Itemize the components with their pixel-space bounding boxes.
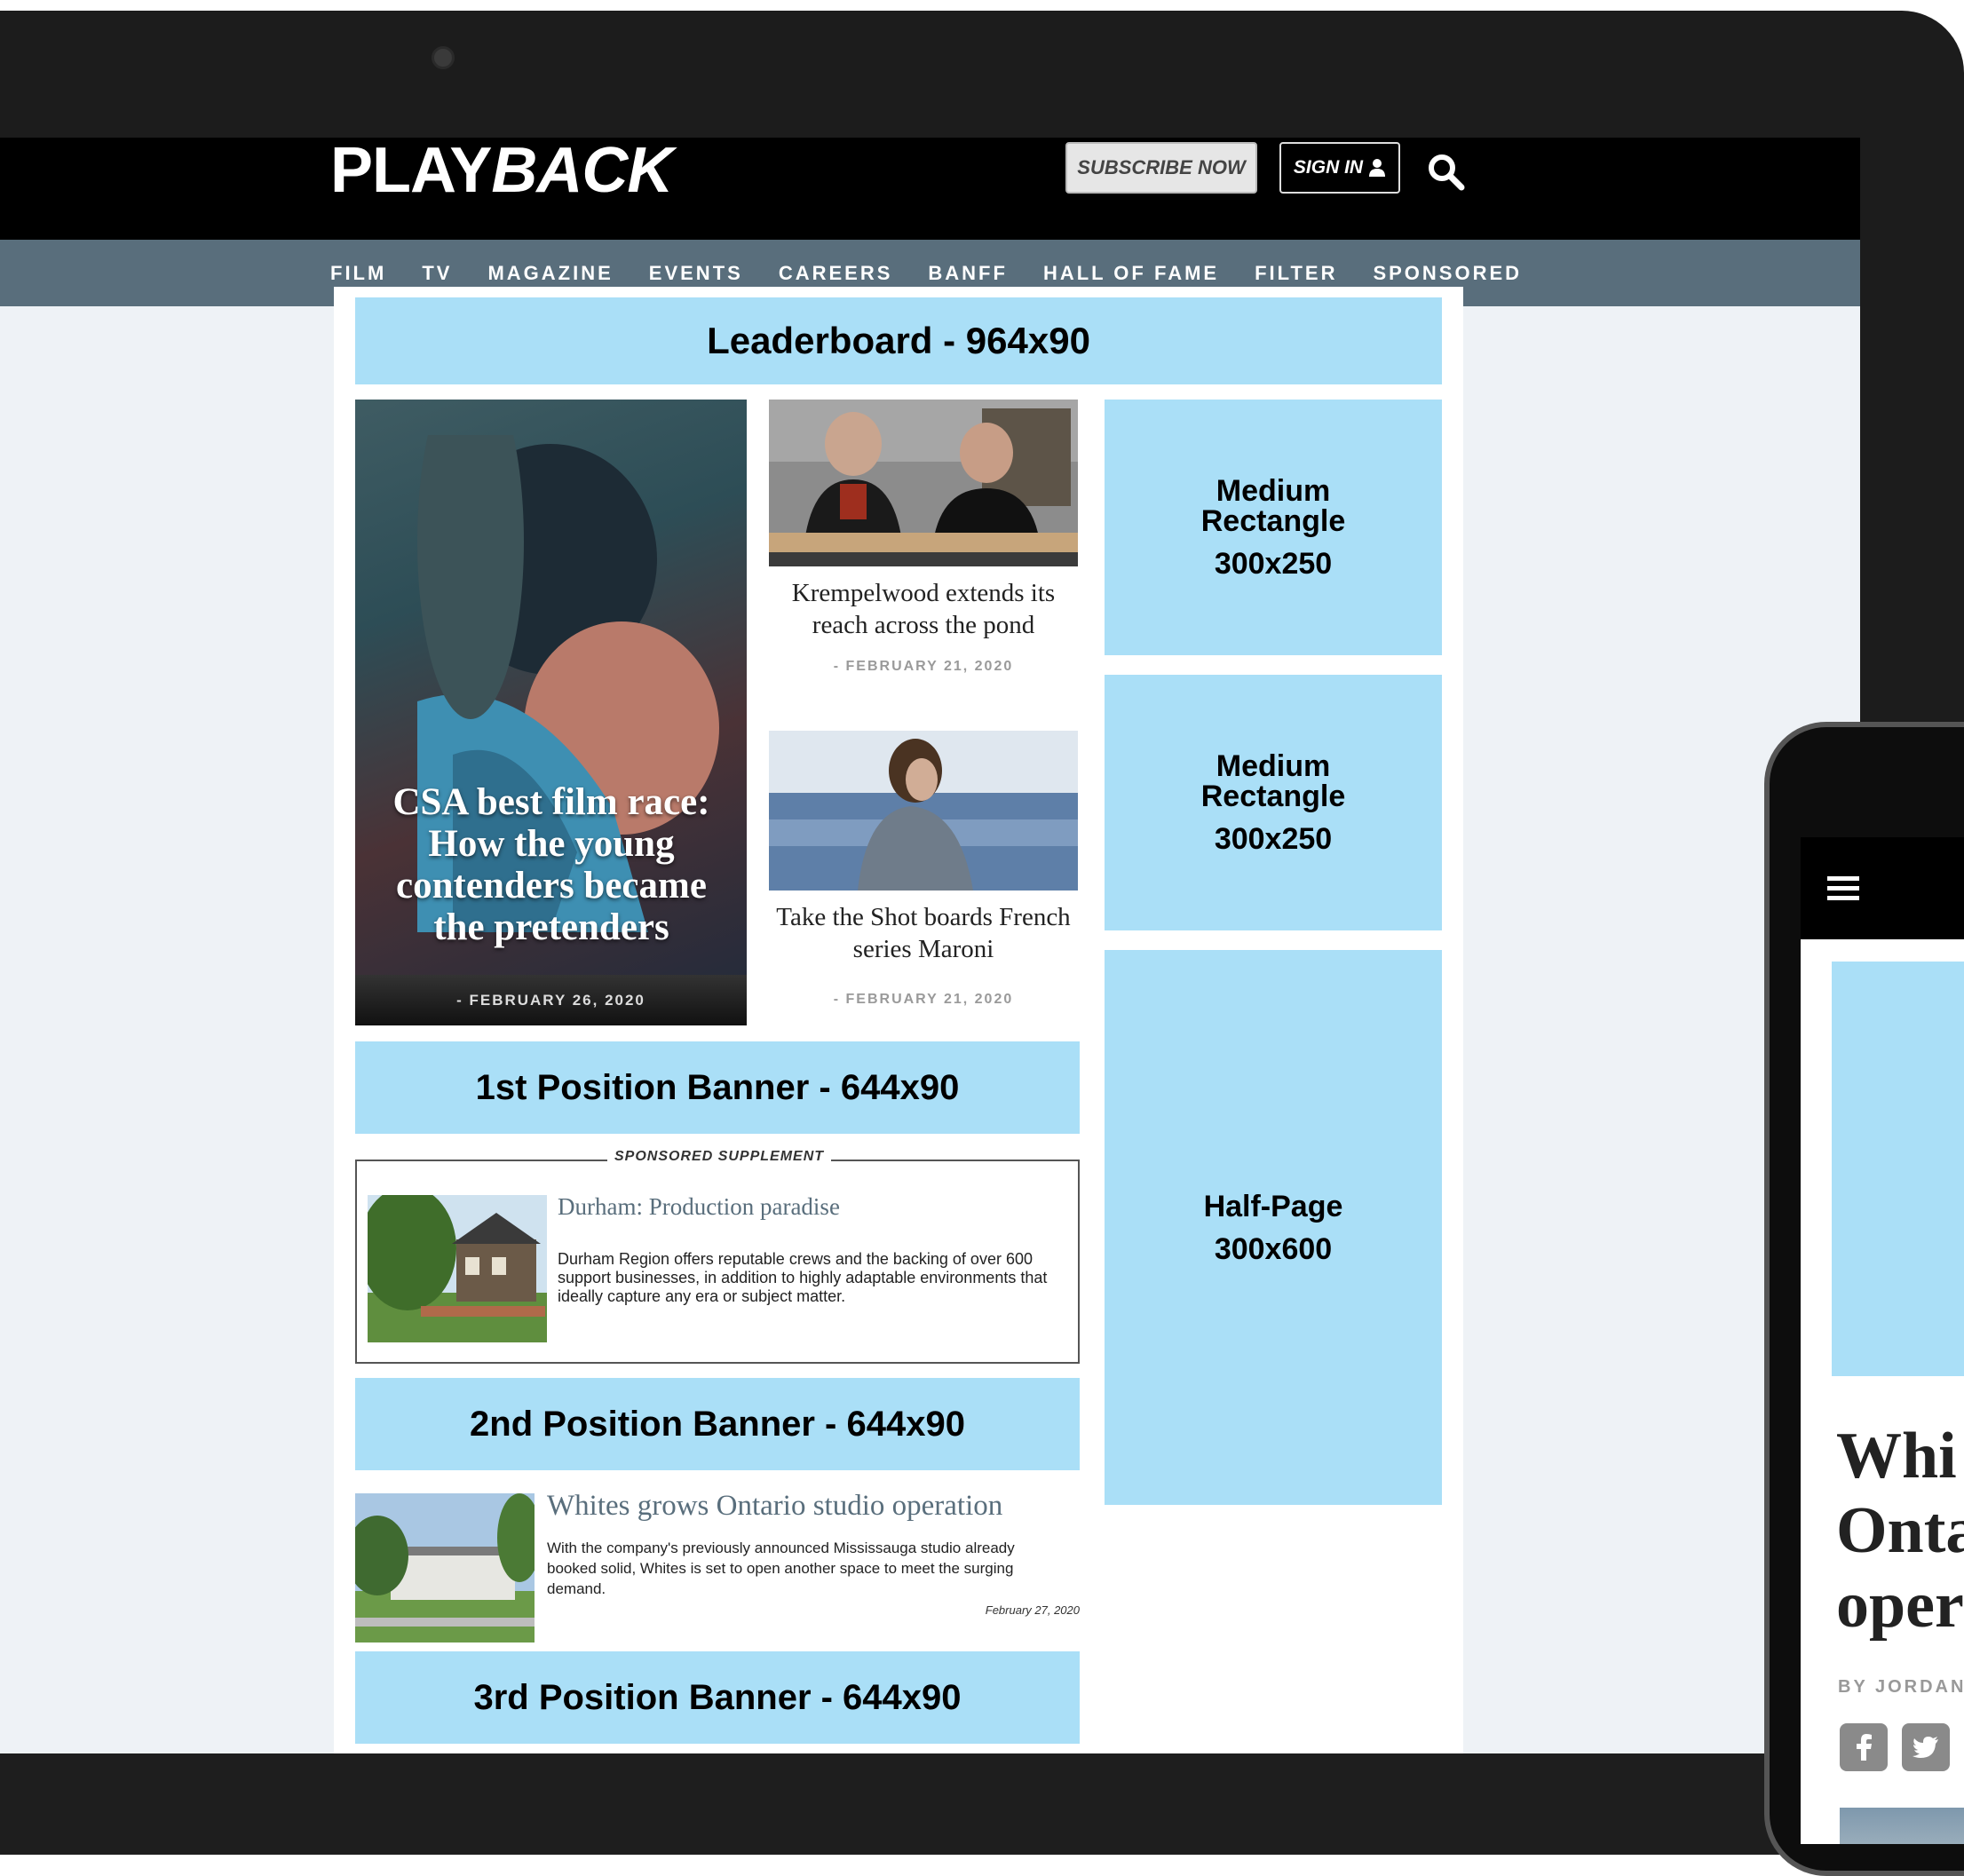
phone-title-line2: Onta xyxy=(1836,1494,1964,1567)
phone-byline: BY JORDAN xyxy=(1838,1677,1964,1697)
sponsored-body: Durham Region offers reputable crews and… xyxy=(558,1250,1048,1305)
phone-title-line1: Whi xyxy=(1836,1420,1957,1492)
article-date: February 27, 2020 xyxy=(985,1603,1080,1617)
site-header: PLAYBACK SUBSCRIBE NOW SIGN IN xyxy=(0,138,1860,240)
leaderboard-ad[interactable]: Leaderboard - 964x90 xyxy=(355,297,1442,384)
banner-ad-3[interactable]: 3rd Position Banner - 644x90 xyxy=(355,1651,1080,1744)
article-image xyxy=(355,1493,535,1642)
nav-item-careers[interactable]: CAREERS xyxy=(779,262,893,285)
mrect1-label-line1: Medium xyxy=(1216,474,1331,508)
hero-date-text: - FEBRUARY 26, 2020 xyxy=(456,991,645,1009)
subscribe-button[interactable]: SUBSCRIBE NOW xyxy=(1065,142,1257,194)
banner-ad-1-label: 1st Position Banner - 644x90 xyxy=(475,1067,960,1107)
nav-item-tv[interactable]: TV xyxy=(422,262,452,285)
banner-ad-3-label: 3rd Position Banner - 644x90 xyxy=(473,1677,962,1717)
laptop-camera xyxy=(432,46,455,69)
laptop-frame: PLAYBACK SUBSCRIBE NOW SIGN IN FILM TV M… xyxy=(0,11,1964,1855)
phone-header xyxy=(1801,837,1964,939)
medium-rectangle-ad-1[interactable]: Medium Rectangle 300x250 xyxy=(1105,400,1442,655)
story-card-title: Krempelwood extends its reach across the… xyxy=(791,579,1056,639)
story-card-image xyxy=(769,731,1078,891)
sponsored-supplement[interactable]: SPONSORED SUPPLEMENT Durham: Production … xyxy=(355,1149,1080,1364)
halfpage-size: 300x600 xyxy=(1214,1231,1333,1266)
mrect2-size: 300x250 xyxy=(1214,822,1333,856)
sponsored-image xyxy=(368,1195,547,1342)
twitter-share-button[interactable] xyxy=(1902,1723,1950,1771)
twitter-icon xyxy=(1913,1737,1938,1758)
sponsored-supplement-label: SPONSORED SUPPLEMENT xyxy=(607,1149,832,1165)
banner-ad-2[interactable]: 2nd Position Banner - 644x90 xyxy=(355,1378,1080,1470)
hero-date: - FEBRUARY 26, 2020 xyxy=(355,975,747,1025)
story-card-title: Take the Shot boards French series Maron… xyxy=(776,903,1071,963)
phone-article-title: Whi Onta oper xyxy=(1836,1419,1964,1642)
mrect2-label-line2: Rectangle xyxy=(1200,780,1346,813)
nav-item-events[interactable]: EVENTS xyxy=(649,262,743,285)
banner-ad-1[interactable]: 1st Position Banner - 644x90 xyxy=(355,1041,1080,1134)
facebook-share-button[interactable] xyxy=(1840,1723,1888,1771)
mrect1-label-line2: Rectangle xyxy=(1200,504,1346,538)
article-whites[interactable]: Whites grows Ontario studio operation Wi… xyxy=(355,1484,1080,1644)
halfpage-label: Half-Page xyxy=(1203,1189,1343,1223)
phone-title-line3: oper xyxy=(1836,1569,1964,1642)
phone-article-image xyxy=(1840,1808,1964,1844)
story-card-krempelwood[interactable]: Krempelwood extends its reach across the… xyxy=(769,400,1078,684)
logo-play-text: PLAY xyxy=(330,138,492,206)
article-body: With the company's previously announced … xyxy=(547,1540,1015,1597)
hero-story[interactable]: CSA best film race: How the young conten… xyxy=(355,400,747,1025)
leaderboard-ad-label: Leaderboard - 964x90 xyxy=(707,320,1090,361)
story-card-date: - FEBRUARY 21, 2020 xyxy=(833,659,1014,674)
phone-screen: Whi Onta oper BY JORDAN xyxy=(1801,837,1964,1844)
nav-item-film[interactable]: FILM xyxy=(330,262,386,285)
playback-logo[interactable]: PLAYBACK xyxy=(330,139,673,202)
user-icon xyxy=(1369,159,1386,177)
mrect1-size: 300x250 xyxy=(1214,547,1333,581)
banner-ad-2-label: 2nd Position Banner - 644x90 xyxy=(470,1404,965,1444)
mrect2-label-line1: Medium xyxy=(1216,749,1331,783)
story-card-take-the-shot[interactable]: Take the Shot boards French series Maron… xyxy=(769,731,1078,1015)
nav-item-banff[interactable]: BANFF xyxy=(928,262,1008,285)
nav-item-magazine[interactable]: MAGAZINE xyxy=(487,262,613,285)
search-icon[interactable] xyxy=(1426,152,1465,191)
nav-item-filter[interactable]: FILTER xyxy=(1255,262,1337,285)
signin-label: SIGN IN xyxy=(1293,157,1364,178)
laptop-bottom-bezel xyxy=(0,1753,1860,1855)
phone-ad[interactable] xyxy=(1832,962,1964,1376)
sponsored-title[interactable]: Durham: Production paradise xyxy=(558,1193,840,1221)
nav-item-sponsored[interactable]: SPONSORED xyxy=(1373,262,1522,285)
hero-title: CSA best film race: How the young conten… xyxy=(392,781,710,948)
laptop-screen: PLAYBACK SUBSCRIBE NOW SIGN IN FILM TV M… xyxy=(0,138,1860,1753)
menu-icon[interactable] xyxy=(1827,875,1859,903)
nav-item-hall-of-fame[interactable]: HALL OF FAME xyxy=(1043,262,1219,285)
subscribe-label: SUBSCRIBE NOW xyxy=(1077,156,1246,178)
article-title: Whites grows Ontario studio operation xyxy=(547,1490,1003,1522)
signin-button[interactable]: SIGN IN xyxy=(1279,142,1400,194)
logo-back-text: BACK xyxy=(491,138,673,206)
half-page-ad[interactable]: Half-Page 300x600 xyxy=(1105,950,1442,1505)
story-card-image xyxy=(769,400,1078,566)
story-card-date: - FEBRUARY 21, 2020 xyxy=(833,992,1014,1007)
medium-rectangle-ad-2[interactable]: Medium Rectangle 300x250 xyxy=(1105,675,1442,930)
facebook-icon xyxy=(1857,1734,1872,1761)
